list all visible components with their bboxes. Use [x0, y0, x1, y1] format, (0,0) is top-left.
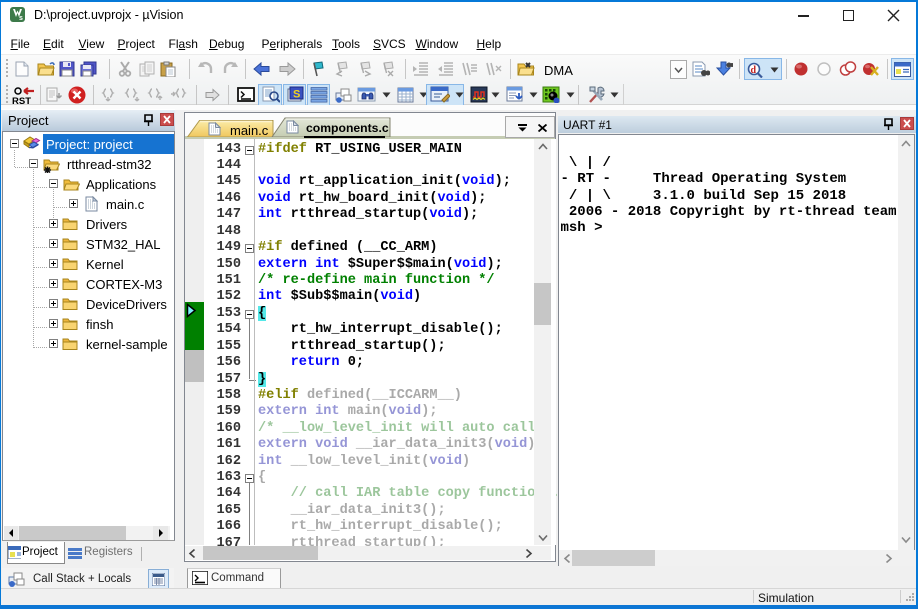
svg-text:d: d [751, 65, 757, 76]
svg-text:RST: RST [12, 96, 31, 105]
svg-text:S: S [293, 89, 300, 101]
svg-text:s: s [19, 15, 23, 22]
